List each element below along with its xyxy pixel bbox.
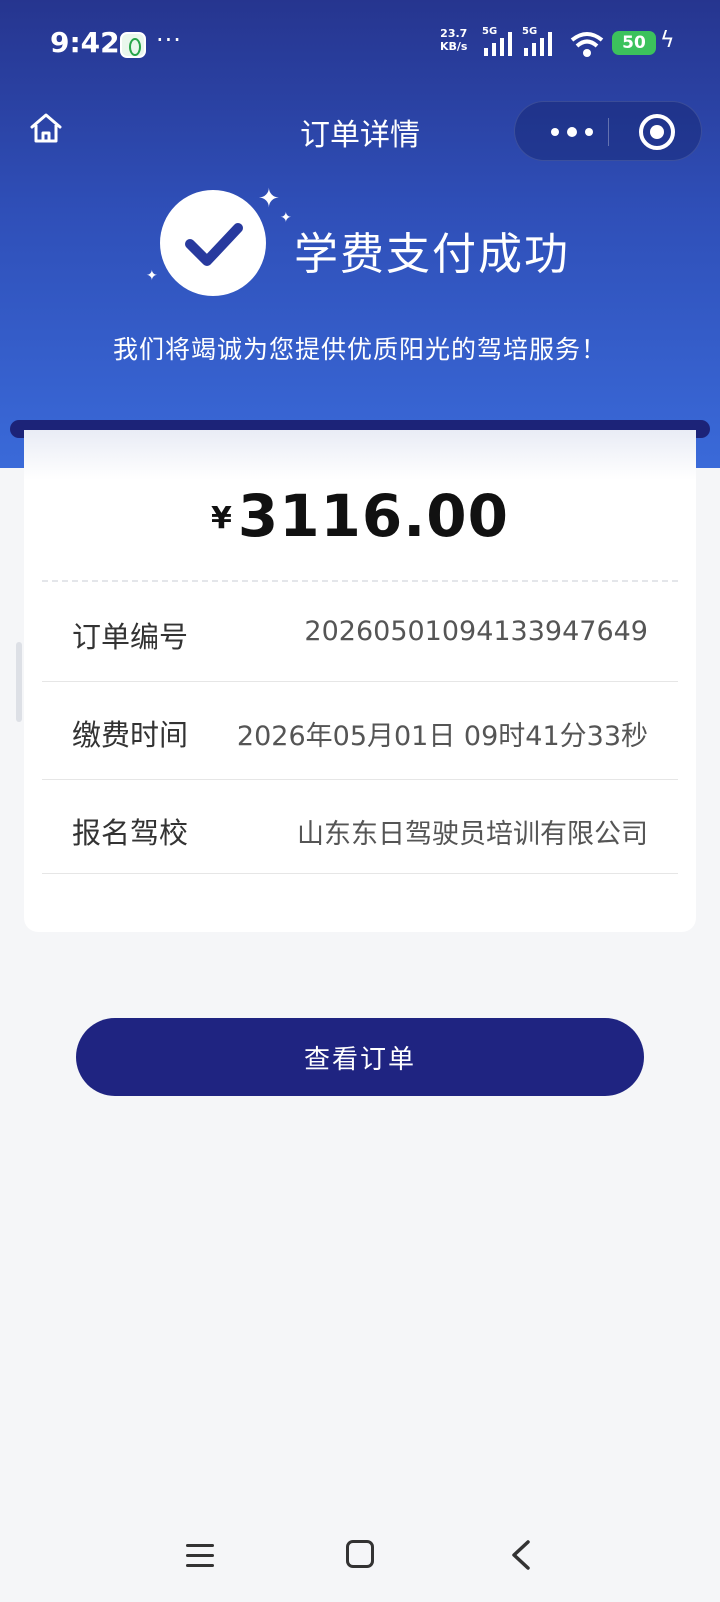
sparkle-icon: ✦	[280, 210, 292, 226]
check-circle-icon	[160, 190, 266, 296]
check-mark-icon	[185, 223, 243, 266]
signal-icon: 5G	[482, 26, 516, 56]
app-icon	[120, 32, 146, 58]
payment-amount: 3116.00	[237, 482, 510, 550]
payment-time-value: 2026年05月01日 09时41分33秒	[236, 721, 648, 752]
driving-school-value: 山东东日驾驶员培训有限公司	[297, 819, 648, 850]
row-label: 缴费时间	[72, 718, 189, 752]
receipt-card: ¥3116.00 订单编号 20260501094133947649 缴费时间 …	[24, 430, 696, 932]
target-close-icon[interactable]	[639, 114, 675, 150]
side-handle	[16, 642, 22, 722]
network-speed-value: 23.7	[440, 27, 468, 40]
driving-school-row: 报名驾校 山东东日驾驶员培训有限公司	[42, 780, 678, 874]
home-button-icon[interactable]	[346, 1540, 374, 1568]
view-order-button[interactable]: 查看订单	[76, 1018, 644, 1096]
amount-row: ¥3116.00	[24, 482, 696, 550]
currency-symbol: ¥	[210, 501, 232, 536]
battery-icon: 50	[612, 31, 656, 55]
more-icon[interactable]	[543, 102, 603, 160]
payment-time-row: 缴费时间 2026年05月01日 09时41分33秒	[42, 682, 678, 780]
order-number-row: 订单编号 20260501094133947649	[42, 584, 678, 682]
success-title: 学费支付成功	[294, 229, 570, 280]
sim1-label: 5G	[482, 26, 498, 37]
status-time: 9:42	[50, 26, 120, 59]
mini-program-capsule	[514, 101, 702, 161]
status-bar: 9:42 ··· 23.7 KB/s 5G 5G 50 ϟ	[0, 0, 720, 88]
capsule-divider	[608, 118, 609, 146]
order-number-value: 20260501094133947649	[304, 616, 648, 647]
success-subtitle: 我们将竭诚为您提供优质阳光的驾培服务！	[112, 335, 607, 364]
nav-bar: 订单详情	[0, 96, 720, 164]
sparkle-icon: ✦	[146, 268, 158, 284]
divider	[42, 580, 678, 582]
signal-icon: 5G	[522, 26, 556, 56]
row-label: 订单编号	[72, 620, 189, 654]
wifi-icon	[570, 32, 604, 57]
recent-apps-icon[interactable]	[186, 1542, 216, 1568]
sim2-label: 5G	[522, 26, 538, 37]
status-more: ···	[156, 26, 182, 54]
row-label: 报名驾校	[72, 816, 189, 850]
network-speed: 23.7 KB/s	[440, 27, 467, 53]
charging-icon: ϟ	[660, 28, 675, 53]
network-speed-unit: KB/s	[440, 40, 468, 53]
back-icon[interactable]	[506, 1538, 536, 1572]
sparkle-icon: ✦	[258, 184, 280, 214]
system-nav-bar	[0, 1520, 720, 1602]
